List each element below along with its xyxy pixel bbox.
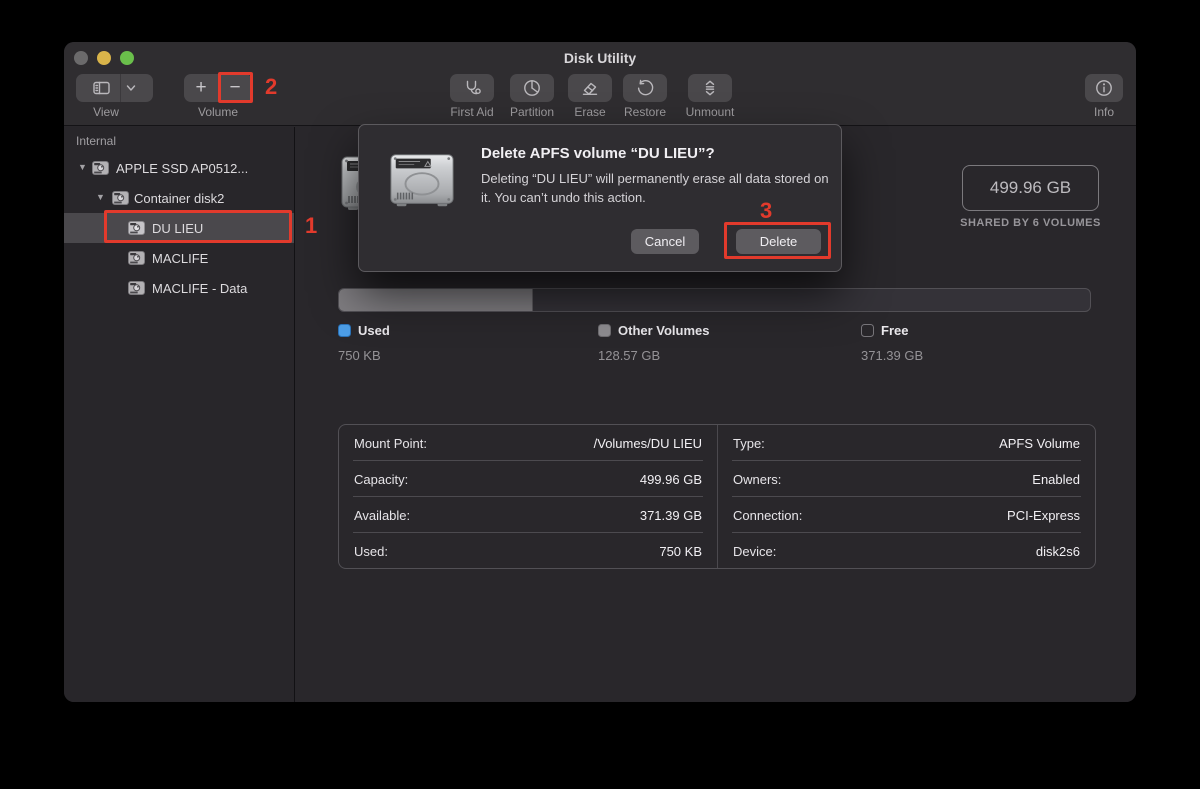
unmount-button[interactable]	[688, 74, 732, 102]
detail-row-mount-point: Mount Point: /Volumes/DU LIEU	[339, 425, 717, 461]
capacity-badge: 499.96 GB	[962, 165, 1099, 211]
legend-swatch	[338, 324, 351, 337]
erase-button[interactable]	[568, 74, 612, 102]
disk-icon	[92, 161, 109, 175]
annotation-box-step3	[724, 222, 831, 259]
detail-label: Used:	[354, 544, 388, 559]
disk-utility-window: Disk Utility View + − Volume	[64, 42, 1136, 702]
detail-value: 750 KB	[659, 544, 702, 559]
detail-value: APFS Volume	[999, 436, 1080, 451]
dialog-body-text: Deleting “DU LIEU” will permanently eras…	[481, 169, 833, 207]
detail-value: disk2s6	[1036, 544, 1080, 559]
detail-row-used: Used: 750 KB	[339, 533, 717, 569]
annotation-box-step1	[104, 210, 292, 243]
legend-other-volumes: Other Volumes 128.57 GB	[598, 323, 710, 363]
sidebar-item-container-disk2[interactable]: ▼ Container disk2	[64, 183, 294, 213]
disk-icon	[128, 281, 145, 295]
legend-label: Free	[881, 323, 908, 338]
sidebar-item-maclife[interactable]: MACLIFE	[64, 243, 294, 273]
detail-row-type: Type: APFS Volume	[718, 425, 1095, 461]
sidebar-section-internal: Internal	[76, 134, 116, 148]
add-volume-button[interactable]: +	[185, 75, 218, 101]
usage-bar-other-volumes-segment	[339, 289, 533, 311]
legend-swatch	[861, 324, 874, 337]
restore-label: Restore	[615, 105, 675, 119]
detail-value: 499.96 GB	[640, 472, 702, 487]
sidebar-item-apple-ssd[interactable]: ▼ APPLE SSD AP0512...	[64, 153, 294, 183]
first-aid-button[interactable]	[450, 74, 494, 102]
hard-drive-icon	[387, 145, 457, 215]
detail-label: Device:	[733, 544, 776, 559]
detail-value: Enabled	[1032, 472, 1080, 487]
window-title: Disk Utility	[64, 50, 1136, 66]
partition-button[interactable]	[510, 74, 554, 102]
disclosure-triangle-icon[interactable]: ▼	[78, 162, 87, 172]
sidebar-item-label: APPLE SSD AP0512...	[116, 161, 248, 176]
detail-label: Available:	[354, 508, 410, 523]
detail-label: Mount Point:	[354, 436, 427, 451]
chevron-down-icon	[125, 82, 137, 94]
detail-row-connection: Connection: PCI-Express	[718, 497, 1095, 533]
detail-label: Owners:	[733, 472, 781, 487]
detail-row-owners: Owners: Enabled	[718, 461, 1095, 497]
partition-label: Partition	[502, 105, 562, 119]
legend-value: 371.39 GB	[861, 348, 923, 363]
legend-value: 128.57 GB	[598, 348, 710, 363]
unmount-icon	[700, 78, 720, 98]
pie-partition-icon	[522, 78, 542, 98]
shared-by-label: SHARED BY 6 VOLUMES	[937, 217, 1124, 229]
restore-button[interactable]	[623, 74, 667, 102]
sidebar-item-label: MACLIFE	[152, 251, 208, 266]
detail-row-capacity: Capacity: 499.96 GB	[339, 461, 717, 497]
legend-label: Other Volumes	[618, 323, 710, 338]
legend-swatch	[598, 324, 611, 337]
dialog-title: Delete APFS volume “DU LIEU”?	[481, 145, 715, 162]
unmount-label: Unmount	[680, 105, 740, 119]
detail-value: PCI-Express	[1007, 508, 1080, 523]
info-label: Info	[1074, 105, 1134, 119]
view-button-label: View	[76, 105, 136, 119]
disclosure-triangle-icon[interactable]: ▼	[96, 192, 105, 202]
disk-icon	[128, 251, 145, 265]
detail-row-available: Available: 371.39 GB	[339, 497, 717, 533]
legend-free: Free 371.39 GB	[861, 323, 923, 363]
restore-arrow-icon	[635, 78, 655, 98]
eraser-icon	[580, 78, 600, 98]
annotation-number-2: 2	[265, 76, 277, 98]
sidebar-view-icon	[92, 78, 112, 98]
detail-value: /Volumes/DU LIEU	[594, 436, 702, 451]
detail-label: Connection:	[733, 508, 802, 523]
volume-details-table: Mount Point: /Volumes/DU LIEU Capacity: …	[338, 424, 1096, 569]
detail-label: Type:	[733, 436, 765, 451]
detail-row-device: Device: disk2s6	[718, 533, 1095, 569]
info-button[interactable]	[1085, 74, 1123, 102]
legend-used: Used 750 KB	[338, 323, 390, 363]
legend-label: Used	[358, 323, 390, 338]
cancel-button[interactable]: Cancel	[631, 229, 699, 254]
sidebar-item-label: Container disk2	[134, 191, 224, 206]
annotation-number-1: 1	[305, 215, 317, 237]
sidebar-item-label: MACLIFE - Data	[152, 281, 247, 296]
annotation-number-3: 3	[760, 200, 772, 222]
erase-label: Erase	[560, 105, 620, 119]
detail-value: 371.39 GB	[640, 508, 702, 523]
disk-icon	[112, 191, 129, 205]
volume-group-label: Volume	[184, 105, 252, 119]
view-button[interactable]	[76, 74, 153, 102]
legend-value: 750 KB	[338, 348, 390, 363]
storage-usage-bar	[338, 288, 1091, 312]
first-aid-label: First Aid	[442, 105, 502, 119]
stethoscope-icon	[462, 78, 482, 98]
detail-label: Capacity:	[354, 472, 408, 487]
info-icon	[1094, 78, 1114, 98]
annotation-box-step2	[218, 72, 253, 103]
sidebar-item-maclife-data[interactable]: MACLIFE - Data	[64, 273, 294, 303]
